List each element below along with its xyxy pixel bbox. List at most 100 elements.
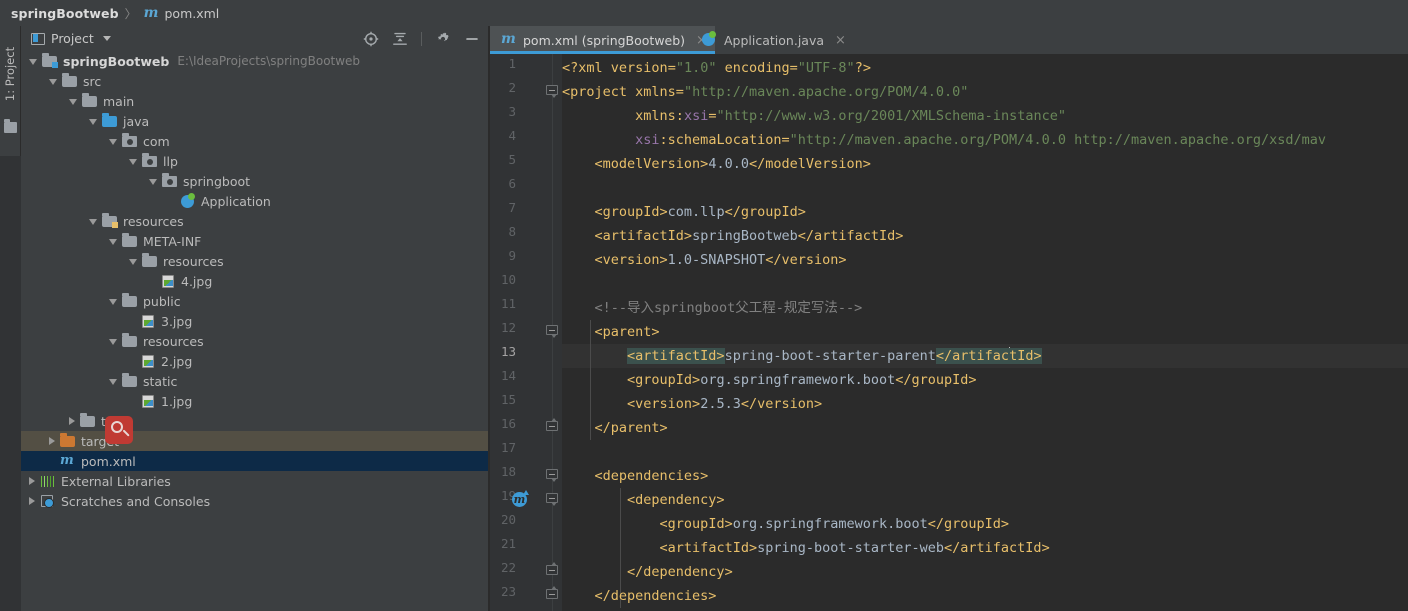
locate-icon[interactable] bbox=[363, 31, 379, 47]
tree-row-src[interactable]: src bbox=[21, 71, 488, 91]
folder-icon bbox=[122, 333, 138, 348]
chevron-right-icon[interactable] bbox=[69, 417, 75, 425]
tree-row-main[interactable]: main bbox=[21, 91, 488, 111]
code-line[interactable]: <dependency> bbox=[562, 488, 725, 512]
tree-row-springbootweb[interactable]: springBootweb E:\IdeaProjects\springBootw… bbox=[21, 51, 488, 71]
gear-icon[interactable] bbox=[435, 31, 451, 47]
chevron-right-icon[interactable] bbox=[49, 437, 55, 445]
code-token: xsi bbox=[683, 108, 709, 124]
editor-gutter[interactable]: 1 2 3 4 5 6 7 8 9 10 11 12 13 14 15 16 17 18 19 20 21 22 23 m bbox=[490, 54, 562, 611]
tree-row-static[interactable]: static bbox=[21, 371, 488, 391]
chevron-down-icon[interactable] bbox=[109, 379, 117, 385]
line-number: 7 bbox=[508, 200, 516, 215]
tree-row-application[interactable]: Application bbox=[21, 191, 488, 211]
line-number: 13 bbox=[500, 344, 516, 359]
tree-row-resources[interactable]: resources bbox=[21, 211, 488, 231]
chevron-down-icon[interactable] bbox=[109, 299, 117, 305]
chevron-down-icon[interactable] bbox=[109, 339, 117, 345]
tree-row-pom-xml[interactable]: m pom.xml bbox=[21, 451, 488, 471]
collapse-all-icon[interactable] bbox=[392, 31, 408, 47]
chevron-right-icon[interactable] bbox=[29, 477, 35, 485]
tree-row-test[interactable]: test bbox=[21, 411, 488, 431]
tree-row-resources[interactable]: resources bbox=[21, 251, 488, 271]
code-line[interactable]: <groupId>org.springframework.boot</group… bbox=[562, 368, 977, 392]
tree-row-public[interactable]: public bbox=[21, 291, 488, 311]
fold-minus-icon[interactable] bbox=[546, 325, 559, 338]
chevron-down-icon[interactable] bbox=[109, 139, 117, 145]
hide-panel-icon[interactable] bbox=[464, 31, 480, 47]
project-view-selector[interactable]: Project bbox=[21, 31, 111, 46]
code-line[interactable]: <artifactId>springBootweb</artifactId> bbox=[562, 224, 904, 248]
code-line[interactable]: <artifactId>spring-boot-starter-web</art… bbox=[562, 536, 1050, 560]
code-lines[interactable]: <?xml version="1.0" encoding="UTF-8"?> <p… bbox=[562, 54, 1408, 611]
sidebar-tab-project-label: 1: Project bbox=[3, 46, 18, 102]
fold-minus-icon[interactable] bbox=[546, 85, 559, 98]
project-tree[interactable]: springBootweb E:\IdeaProjects\springBootw… bbox=[21, 51, 488, 611]
chevron-down-icon[interactable] bbox=[89, 219, 97, 225]
code-line[interactable]: <version>1.0-SNAPSHOT</version> bbox=[562, 248, 847, 272]
code-line[interactable]: <dependencies> bbox=[562, 464, 709, 488]
sidebar-tab-project[interactable]: 1: Project bbox=[0, 32, 21, 116]
chevron-right-icon[interactable] bbox=[29, 497, 35, 505]
fold-end-icon[interactable] bbox=[546, 562, 559, 578]
code-line[interactable]: </parent> bbox=[562, 416, 668, 440]
code-line[interactable]: <project xmlns="http://maven.apache.org/… bbox=[562, 80, 968, 104]
chevron-down-icon[interactable] bbox=[49, 79, 57, 85]
tree-row-1-jpg[interactable]: 1.jpg bbox=[21, 391, 488, 411]
tree-row-java[interactable]: java bbox=[21, 111, 488, 131]
chevron-down-icon[interactable] bbox=[69, 99, 77, 105]
tree-row-resources[interactable]: resources bbox=[21, 331, 488, 351]
chevron-down-icon[interactable] bbox=[129, 259, 137, 265]
maven-reload-icon[interactable]: m bbox=[512, 490, 529, 507]
tree-row-com[interactable]: com bbox=[21, 131, 488, 151]
code-line[interactable]: <parent> bbox=[562, 320, 660, 344]
tree-row-springboot[interactable]: springboot bbox=[21, 171, 488, 191]
code-line[interactable]: <modelVersion>4.0.0</modelVersion> bbox=[562, 152, 871, 176]
chevron-down-icon[interactable] bbox=[129, 159, 137, 165]
code-line[interactable]: <artifactId>spring-boot-starter-parent</… bbox=[562, 344, 1042, 368]
chevron-down-icon[interactable] bbox=[102, 36, 111, 41]
editor-tab-application-java[interactable]: Application.java × bbox=[691, 26, 854, 54]
code-line[interactable]: </dependencies> bbox=[562, 584, 717, 608]
code-line[interactable]: <version>2.5.3</version> bbox=[562, 392, 822, 416]
code-token: <artifactId> bbox=[659, 540, 758, 556]
tree-row-target[interactable]: target bbox=[21, 431, 488, 451]
code-line[interactable]: xmlns:xsi="http://www.w3.org/2001/XMLSch… bbox=[562, 104, 1066, 128]
fold-minus-icon[interactable] bbox=[546, 493, 559, 506]
code-token: "http://maven.apache.org/POM/4.0.0 http:… bbox=[789, 132, 1327, 148]
tree-row-meta-inf[interactable]: META-INF bbox=[21, 231, 488, 251]
tree-row-llp[interactable]: llp bbox=[21, 151, 488, 171]
excluded-folder-icon bbox=[60, 433, 76, 448]
tree-row-label: llp bbox=[163, 153, 178, 169]
code-line[interactable]: <groupId>org.springframework.boot</group… bbox=[562, 512, 1010, 536]
tree-row-4-jpg[interactable]: 4.jpg bbox=[21, 271, 488, 291]
tree-row-external-libraries[interactable]: External Libraries bbox=[21, 471, 488, 491]
code-line[interactable]: <groupId>com.llp</groupId> bbox=[562, 200, 806, 224]
tree-row-label: springboot bbox=[183, 173, 251, 189]
code-line[interactable]: <?xml version="1.0" encoding="UTF-8"?> bbox=[562, 56, 871, 80]
chevron-down-icon[interactable] bbox=[89, 119, 97, 125]
code-area[interactable]: 1 2 3 4 5 6 7 8 9 10 11 12 13 14 15 16 17 18 19 20 21 22 23 m <… bbox=[490, 54, 1408, 611]
breadcrumb-project[interactable]: springBootweb bbox=[11, 6, 119, 21]
fold-minus-icon[interactable] bbox=[546, 469, 559, 482]
chevron-down-icon[interactable] bbox=[149, 179, 157, 185]
chevron-down-icon[interactable] bbox=[29, 59, 37, 65]
editor-tab-pom-xml[interactable]: mpom.xml (springBootweb)× bbox=[490, 26, 715, 54]
fold-end-icon[interactable] bbox=[546, 586, 559, 602]
fold-end-icon[interactable] bbox=[546, 418, 559, 434]
folder-icon[interactable] bbox=[4, 119, 17, 133]
code-line[interactable]: xsi:schemaLocation="http://maven.apache.… bbox=[562, 128, 1326, 152]
close-icon[interactable]: × bbox=[835, 33, 846, 48]
tree-row-2-jpg[interactable]: 2.jpg bbox=[21, 351, 488, 371]
tree-row-scratches-and-consoles[interactable]: Scratches and Consoles bbox=[21, 491, 488, 511]
code-line[interactable]: </dependency> bbox=[562, 560, 733, 584]
tree-row-3-jpg[interactable]: 3.jpg bbox=[21, 311, 488, 331]
breadcrumb-file[interactable]: pom.xml bbox=[164, 6, 219, 21]
code-line[interactable]: <!--导入springboot父工程-规定写法--> bbox=[562, 296, 863, 320]
spring-class-icon bbox=[180, 193, 196, 208]
chevron-down-icon[interactable] bbox=[109, 239, 117, 245]
